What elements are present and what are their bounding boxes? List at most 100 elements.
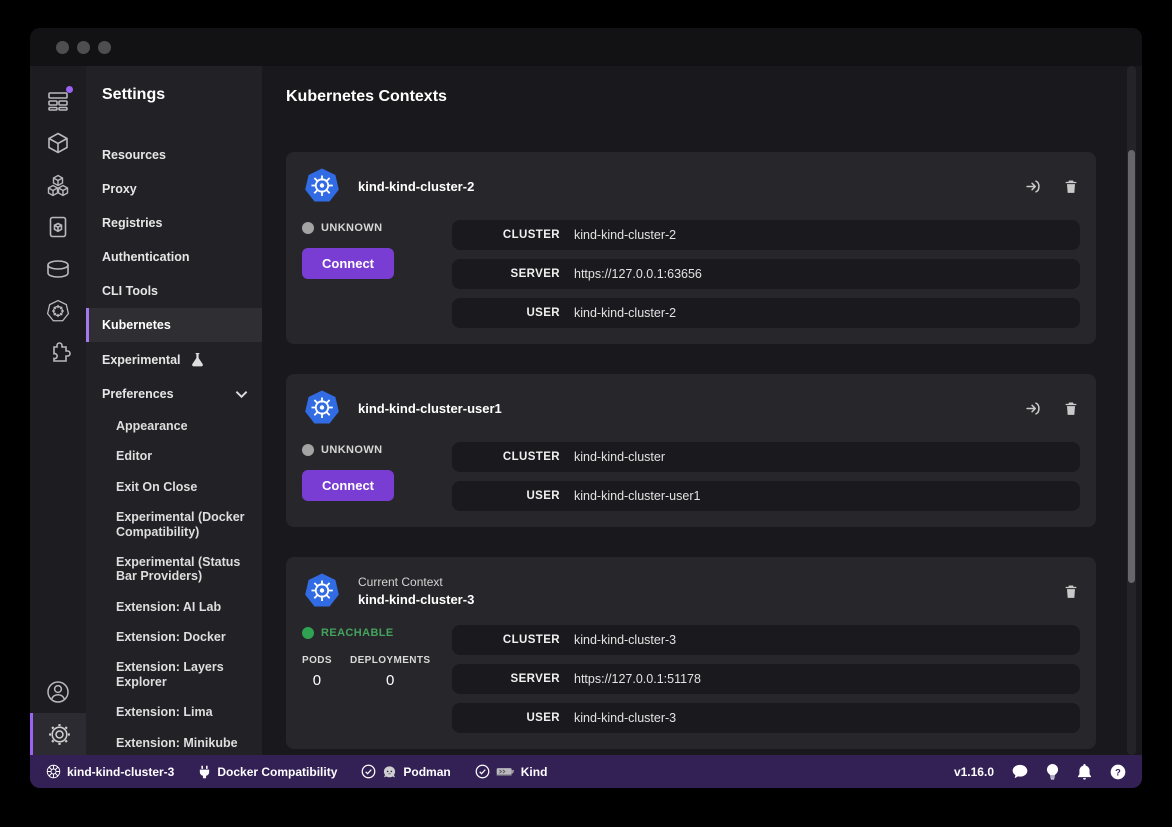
- account-icon: [45, 679, 71, 705]
- sidebar-item-settings[interactable]: [30, 713, 86, 755]
- kubernetes-logo-icon: [302, 166, 342, 206]
- row-value: kind-kind-cluster-user1: [574, 489, 700, 503]
- notification-dot: [66, 86, 73, 93]
- context-row-cluster: CLUSTER kind-kind-cluster-2: [452, 220, 1080, 250]
- nav-subitem-experimental-status-bar-providers[interactable]: Experimental (Status Bar Providers): [116, 547, 262, 592]
- volumes-icon: [45, 257, 71, 281]
- context-row-server: SERVER https://127.0.0.1:51178: [452, 664, 1080, 694]
- kubernetes-logo-icon: [302, 571, 342, 611]
- delete-context-button[interactable]: [1062, 399, 1080, 417]
- nav-subitem-extension-layers-explorer[interactable]: Extension: Layers Explorer: [116, 652, 262, 697]
- nav-subitem-extension-docker[interactable]: Extension: Docker: [116, 622, 262, 652]
- statusbar-kind[interactable]: Kind: [475, 764, 548, 779]
- main-content: Kubernetes Contexts kind-kind-cluster-2: [262, 66, 1142, 755]
- sidebar-item-volumes[interactable]: [30, 248, 86, 290]
- check-circle-icon: [475, 764, 490, 779]
- kind-icon: [496, 765, 515, 778]
- nav-item-authentication[interactable]: Authentication: [102, 240, 262, 274]
- connect-button[interactable]: Connect: [302, 470, 394, 501]
- context-card-kind-kind-cluster-2: kind-kind-cluster-2: [286, 152, 1096, 344]
- context-status: REACHABLE: [302, 627, 452, 639]
- check-circle-icon: [361, 764, 376, 779]
- statusbar-podman[interactable]: Podman: [361, 764, 450, 779]
- pods-count: 0: [313, 672, 321, 689]
- nav-item-kubernetes[interactable]: Kubernetes: [102, 308, 262, 342]
- pods-icon: [45, 172, 71, 198]
- statusbar-docker-compatibility[interactable]: Docker Compatibility: [198, 765, 337, 779]
- sidebar-item-pods[interactable]: [30, 164, 86, 206]
- nav-item-preferences[interactable]: Preferences: [102, 377, 262, 411]
- nav-item-cli-tools[interactable]: CLI Tools: [102, 274, 262, 308]
- activity-bar: [30, 66, 86, 755]
- deployments-count: 0: [386, 672, 394, 689]
- nav-subitem-extension-lima[interactable]: Extension: Lima: [116, 697, 262, 727]
- row-value: kind-kind-cluster-2: [574, 306, 676, 320]
- nav-item-proxy[interactable]: Proxy: [102, 172, 262, 206]
- nav-item-resources[interactable]: Resources: [102, 138, 262, 172]
- delete-context-button[interactable]: [1062, 177, 1080, 195]
- sidebar-item-containers[interactable]: [30, 122, 86, 164]
- sidebar-item-dashboard[interactable]: [30, 80, 86, 122]
- trash-icon: [1063, 400, 1079, 417]
- dashboard-icon: [46, 89, 70, 113]
- statusbar-docker-compat-label: Docker Compatibility: [217, 765, 337, 779]
- window-close-button[interactable]: [56, 41, 69, 54]
- set-current-context-button[interactable]: [1024, 177, 1042, 195]
- kubernetes-outline-icon: [45, 298, 71, 324]
- context-card-kind-kind-cluster-3: Current Context kind-kind-cluster-3: [286, 557, 1096, 749]
- puzzle-icon: [45, 340, 71, 366]
- app-window: Settings Resources Proxy Registries Auth…: [30, 28, 1142, 788]
- help-button[interactable]: ?: [1110, 764, 1126, 780]
- current-context-label: Current Context: [358, 575, 474, 589]
- status-label: REACHABLE: [321, 627, 394, 639]
- context-status: UNKNOWN: [302, 444, 452, 456]
- gear-icon: [47, 722, 72, 747]
- trash-icon: [1063, 583, 1079, 600]
- row-label: CLUSTER: [452, 229, 560, 241]
- context-metrics: PODS 0 DEPLOYMENTS 0: [302, 655, 452, 689]
- delete-context-button[interactable]: [1062, 582, 1080, 600]
- sidebar-item-images[interactable]: [30, 206, 86, 248]
- status-dot-icon: [302, 627, 314, 639]
- scrollbar-thumb[interactable]: [1128, 150, 1135, 583]
- notifications-button[interactable]: [1077, 764, 1092, 780]
- statusbar-kube-context[interactable]: kind-kind-cluster-3: [46, 764, 174, 779]
- tips-button[interactable]: [1046, 764, 1059, 780]
- row-value: https://127.0.0.1:51178: [574, 672, 701, 686]
- window-zoom-button[interactable]: [98, 41, 111, 54]
- nav-subitem-experimental-docker-compatibility[interactable]: Experimental (Docker Compatibility): [116, 502, 262, 547]
- nav-subitem-extension-ai-lab[interactable]: Extension: AI Lab: [116, 592, 262, 622]
- nav-subitem-editor[interactable]: Editor: [116, 441, 262, 471]
- connect-button[interactable]: Connect: [302, 248, 394, 279]
- context-row-user: USER kind-kind-cluster-2: [452, 298, 1080, 328]
- images-icon: [46, 215, 70, 239]
- feedback-button[interactable]: [1012, 764, 1028, 779]
- row-label: CLUSTER: [452, 634, 560, 646]
- context-status: UNKNOWN: [302, 222, 452, 234]
- status-label: UNKNOWN: [321, 222, 382, 234]
- nav-item-experimental-label: Experimental: [102, 353, 181, 367]
- trash-icon: [1063, 178, 1079, 195]
- row-label: SERVER: [452, 268, 560, 280]
- svg-text:?: ?: [1115, 767, 1121, 777]
- flask-icon: [191, 352, 204, 367]
- settings-title: Settings: [102, 86, 262, 104]
- nav-subitem-extension-minikube[interactable]: Extension: Minikube: [116, 728, 262, 756]
- status-dot-icon: [302, 222, 314, 234]
- nav-subitem-appearance[interactable]: Appearance: [116, 411, 262, 441]
- sign-in-icon: [1025, 400, 1042, 417]
- sidebar-item-extensions[interactable]: [30, 332, 86, 374]
- statusbar-podman-label: Podman: [403, 765, 450, 779]
- app-version: v1.16.0: [954, 765, 994, 779]
- podman-icon: [382, 765, 397, 779]
- status-bar: kind-kind-cluster-3 Docker Compatibility…: [30, 755, 1142, 788]
- nav-item-experimental[interactable]: Experimental: [102, 342, 262, 377]
- nav-item-registries[interactable]: Registries: [102, 206, 262, 240]
- window-minimize-button[interactable]: [77, 41, 90, 54]
- nav-subitem-exit-on-close[interactable]: Exit On Close: [116, 472, 262, 502]
- sidebar-item-kubernetes[interactable]: [30, 290, 86, 332]
- lightbulb-icon: [1046, 764, 1059, 780]
- sidebar-item-account[interactable]: [30, 671, 86, 713]
- set-current-context-button[interactable]: [1024, 399, 1042, 417]
- bell-icon: [1077, 764, 1092, 780]
